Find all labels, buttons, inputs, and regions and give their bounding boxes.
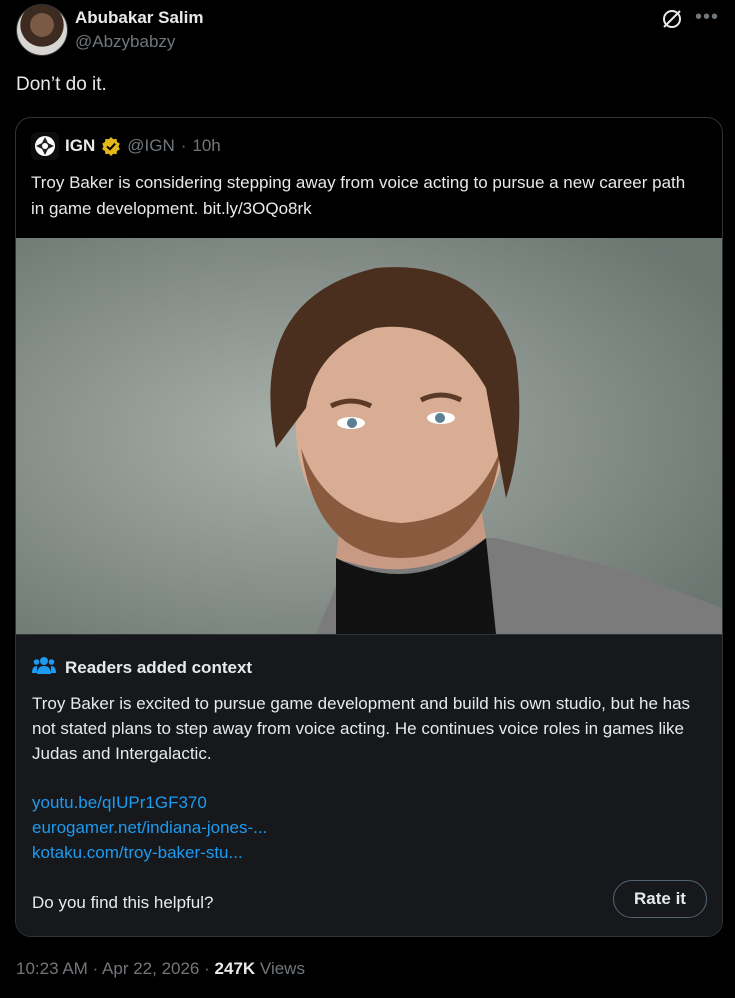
- author-handle[interactable]: @Abzybabzy: [75, 32, 175, 52]
- helpful-question: Do you find this helpful?: [32, 893, 214, 912]
- views-label: Views: [259, 959, 305, 978]
- ign-logo-icon[interactable]: [31, 132, 59, 160]
- context-link[interactable]: eurogamer.net/indiana-jones-...: [32, 818, 267, 838]
- tweet-photo[interactable]: [16, 238, 722, 634]
- meta-separator: ·: [180, 136, 187, 155]
- context-text: Troy Baker is excited to pursue game dev…: [32, 694, 691, 763]
- tweet-header: Abubakar Salim @Abzybabzy •••: [16, 4, 723, 56]
- people-icon: [32, 655, 56, 680]
- quoted-author-name[interactable]: IGN: [65, 136, 95, 156]
- quoted-time[interactable]: 10h: [192, 136, 220, 156]
- community-notes-panel: Readers added context Troy Baker is exci…: [16, 634, 722, 936]
- more-options-icon[interactable]: •••: [695, 6, 719, 29]
- meta-separator: ·: [92, 959, 99, 978]
- meta-separator: ·: [204, 959, 210, 978]
- context-title: Readers added context: [65, 657, 253, 677]
- quoted-tweet-header: IGN @IGN · 10h: [31, 132, 221, 160]
- tweet-meta: 10:23 AM · Apr 22, 2026 · 247K Views: [16, 959, 305, 979]
- post-date[interactable]: Apr 22, 2026: [102, 959, 199, 978]
- context-link[interactable]: kotaku.com/troy-baker-stu...: [32, 843, 243, 863]
- context-link[interactable]: youtu.be/qIUPr1GF370: [32, 793, 207, 813]
- avatar[interactable]: [16, 4, 68, 56]
- views-count: 247K: [214, 959, 256, 978]
- community-notes-header: Readers added context: [32, 655, 252, 680]
- post-time[interactable]: 10:23 AM: [16, 959, 88, 978]
- quoted-tweet-text: Troy Baker is considering stepping away …: [31, 173, 686, 218]
- tweet-text: Don’t do it.: [16, 74, 107, 95]
- grok-icon[interactable]: [661, 8, 683, 30]
- rate-it-button[interactable]: Rate it: [613, 880, 707, 918]
- quoted-author-handle[interactable]: @IGN: [127, 136, 174, 156]
- author-name[interactable]: Abubakar Salim: [75, 8, 204, 28]
- quoted-tweet-card[interactable]: IGN @IGN · 10h Troy Baker is considering…: [15, 117, 723, 937]
- verified-badge-icon: [101, 136, 121, 156]
